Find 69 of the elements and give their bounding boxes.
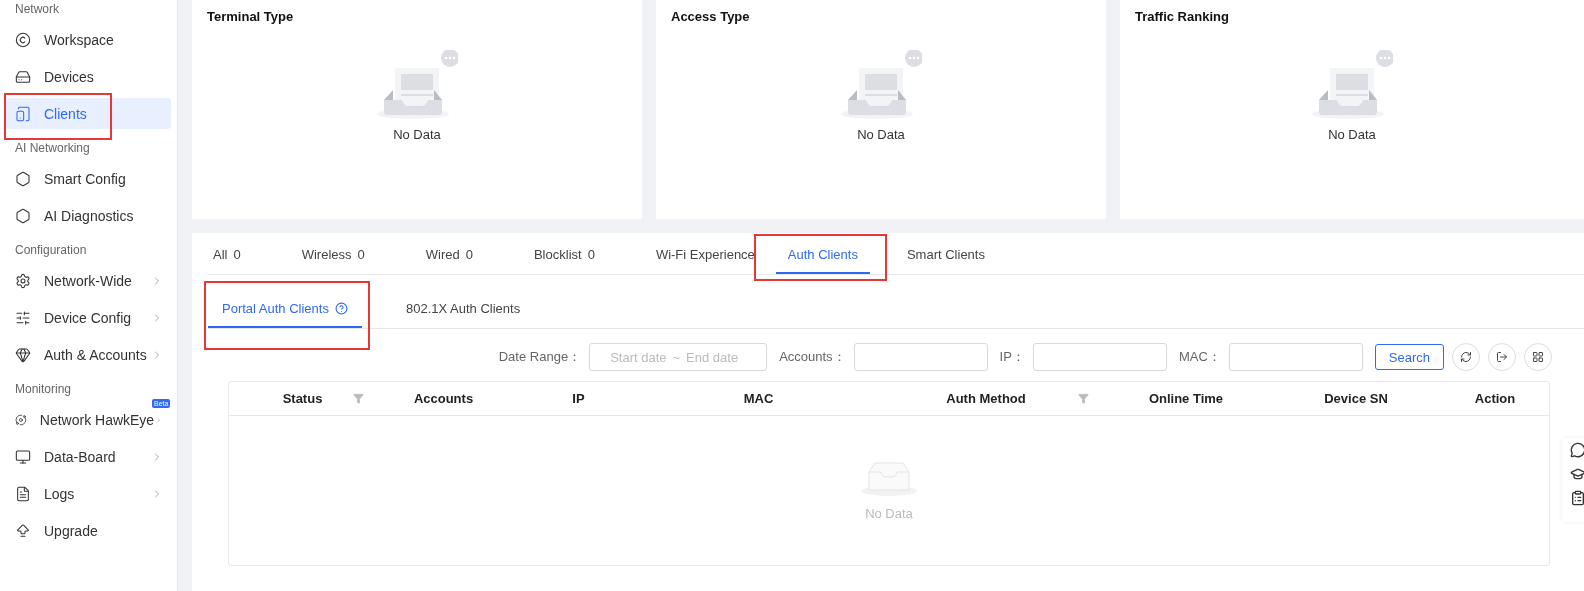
- grid-icon: [1532, 351, 1544, 363]
- refresh-icon: [1460, 351, 1472, 363]
- sidebar-item[interactable]: Auth & Accounts: [6, 339, 171, 370]
- orbit-icon: [15, 411, 27, 428]
- empty-text: No Data: [393, 127, 441, 142]
- column-header: Device SN: [1324, 391, 1388, 406]
- sidebar-item[interactable]: Clients: [6, 98, 171, 129]
- sidebar-item[interactable]: Devices: [6, 61, 171, 92]
- empty-inbox-drawing: [860, 460, 918, 496]
- column-header: Status: [282, 391, 323, 406]
- sub-tab[interactable]: 802.1X Auth Clients: [391, 290, 535, 328]
- empty-text: No Data: [865, 506, 913, 521]
- sidebar-item[interactable]: Smart Config: [6, 163, 171, 194]
- input-field[interactable]: [853, 343, 988, 371]
- hexagon-icon: [15, 207, 31, 224]
- column-header: IP: [572, 391, 585, 406]
- diamond-icon: [15, 346, 31, 363]
- phone-tablet-icon: [15, 105, 31, 122]
- column-header: Accounts: [413, 391, 474, 406]
- tab[interactable]: Wi-Fi Experience: [650, 236, 760, 274]
- input-field[interactable]: [1228, 343, 1363, 371]
- empty-text: No Data: [857, 127, 905, 142]
- sidebar-item[interactable]: Upgrade: [6, 515, 171, 546]
- card-title: Access Type: [671, 9, 750, 24]
- column-header: Online Time: [1148, 391, 1224, 406]
- column-header: MAC: [743, 391, 774, 406]
- export-icon: [1496, 351, 1508, 363]
- tab[interactable]: Wireless 0: [296, 236, 370, 274]
- field-label: Accounts：: [779, 348, 846, 366]
- tab[interactable]: All 0: [208, 236, 246, 274]
- chat-icon[interactable]: [1570, 442, 1584, 458]
- settings-icon: [15, 272, 31, 289]
- field-label: Date Range：: [498, 348, 582, 366]
- field-label: IP：: [999, 348, 1025, 366]
- sidebar-item[interactable]: AI Diagnostics: [6, 200, 171, 231]
- c-circle-icon: [15, 31, 31, 48]
- hexagon-icon: [15, 170, 31, 187]
- monitor-icon: [15, 448, 31, 465]
- upload-arrow-icon: [15, 522, 31, 539]
- card-title: Traffic Ranking: [1135, 9, 1229, 24]
- tab[interactable]: Auth Clients: [775, 236, 870, 274]
- section-label: Network: [14, 1, 60, 18]
- field-label: MAC：: [1178, 348, 1221, 366]
- sub-tab[interactable]: Portal Auth Clients: [208, 290, 362, 328]
- sliders-icon: [15, 309, 31, 326]
- sidebar-item[interactable]: Data-Board: [6, 441, 171, 472]
- sidebar-item[interactable]: Workspace: [6, 24, 171, 55]
- refresh-button[interactable]: [1452, 343, 1480, 371]
- sidebar-item[interactable]: Logs: [6, 478, 171, 509]
- section-label: Monitoring: [14, 381, 73, 398]
- device-icon: [15, 68, 31, 85]
- tab[interactable]: Smart Clients: [901, 236, 990, 274]
- empty-text: No Data: [1328, 127, 1376, 142]
- card-title: Terminal Type: [207, 9, 294, 24]
- tab[interactable]: Wired 0: [420, 236, 478, 274]
- sidebar-item[interactable]: Network-Wide: [6, 265, 171, 296]
- cap-icon[interactable]: [1570, 466, 1584, 482]
- document-icon: [15, 485, 31, 502]
- search-button[interactable]: Search: [1374, 344, 1444, 370]
- sidebar-item[interactable]: Device Config: [6, 302, 171, 333]
- section-label: Configuration: [14, 242, 88, 259]
- tab[interactable]: Blocklist 0: [528, 236, 600, 274]
- section-label: AI Networking: [14, 140, 91, 157]
- column-header: Auth Method: [946, 391, 1026, 406]
- column-header: Action: [1474, 391, 1516, 406]
- input-field[interactable]: [1032, 343, 1167, 371]
- clipboard-icon[interactable]: [1570, 490, 1584, 506]
- grid-button[interactable]: [1524, 343, 1552, 371]
- export-button[interactable]: [1488, 343, 1516, 371]
